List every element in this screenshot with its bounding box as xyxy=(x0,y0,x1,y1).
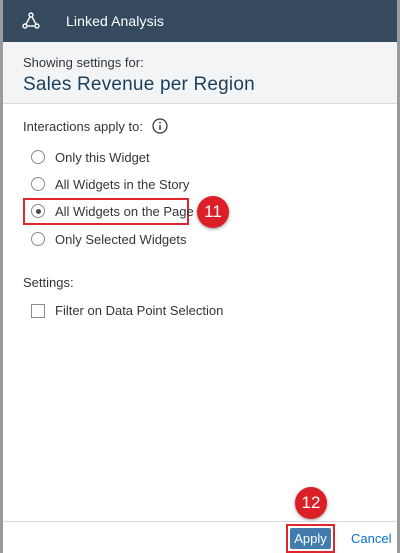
radio-label: All Widgets on the Page xyxy=(55,203,194,219)
apply-highlight-box: Apply xyxy=(286,524,335,553)
radio-label: Only this Widget xyxy=(55,149,150,165)
info-icon[interactable] xyxy=(152,118,168,134)
radio-only-this-widget[interactable]: Only this Widget xyxy=(31,148,150,166)
radio-button[interactable] xyxy=(31,150,45,164)
settings-header: Showing settings for: Sales Revenue per … xyxy=(3,42,397,104)
checkbox-label: Filter on Data Point Selection xyxy=(55,303,224,318)
interactions-label: Interactions apply to: xyxy=(23,118,143,134)
panel-title: Linked Analysis xyxy=(66,13,165,29)
radio-button[interactable] xyxy=(31,177,45,191)
radio-all-widgets-story[interactable]: All Widgets in the Story xyxy=(31,175,189,193)
radio-button-selected[interactable] xyxy=(31,204,45,218)
radio-dot xyxy=(35,208,41,214)
checkbox[interactable] xyxy=(31,303,45,318)
apply-button[interactable]: Apply xyxy=(290,528,331,549)
cancel-button[interactable]: Cancel xyxy=(351,531,391,546)
interactions-label-row: Interactions apply to: xyxy=(23,118,168,134)
radio-button[interactable] xyxy=(31,232,45,246)
filter-on-data-point-checkbox-row[interactable]: Filter on Data Point Selection xyxy=(31,303,223,318)
radio-label: All Widgets in the Story xyxy=(55,176,190,192)
radio-all-widgets-page[interactable]: All Widgets on the Page xyxy=(31,202,194,220)
panel-footer xyxy=(3,521,397,553)
header-subtitle: Showing settings for: xyxy=(23,55,144,70)
widget-title: Sales Revenue per Region xyxy=(23,74,255,95)
radio-only-selected-widgets[interactable]: Only Selected Widgets xyxy=(31,230,187,248)
radio-label: Only Selected Widgets xyxy=(55,231,187,247)
linked-analysis-panel: Linked Analysis Showing settings for: Sa… xyxy=(0,0,400,553)
step-badge-12: 12 xyxy=(295,487,327,519)
settings-label: Settings: xyxy=(23,275,74,290)
panel-titlebar: Linked Analysis xyxy=(3,0,397,42)
step-badge-11: 11 xyxy=(197,196,229,228)
linked-analysis-icon xyxy=(22,12,40,29)
